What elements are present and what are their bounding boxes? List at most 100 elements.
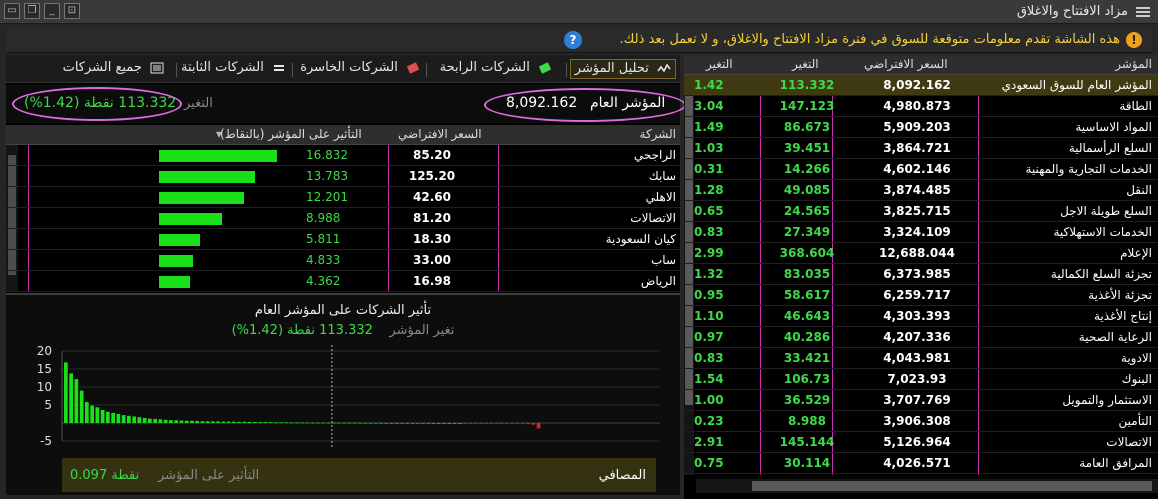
company-row[interactable]: الاتصالات 81.20 8.988 xyxy=(6,208,680,229)
impact-bar[interactable] xyxy=(211,421,215,423)
index-row[interactable]: المؤشر العام للسوق السعودي 8,092.162 113.3… xyxy=(684,75,1158,96)
col-index[interactable]: المؤشر xyxy=(1115,57,1152,71)
impact-bar[interactable] xyxy=(221,421,226,423)
company-row[interactable]: الراجحي 85.20 16.832 xyxy=(6,145,680,166)
col-index-pct[interactable]: التغير xyxy=(706,57,733,71)
tab-unchanged[interactable]: الشركات الثابتة xyxy=(177,59,290,79)
impact-bar[interactable] xyxy=(289,422,294,424)
impact-bar[interactable] xyxy=(232,421,236,423)
impact-bar[interactable] xyxy=(431,422,436,424)
impact-bar-chart[interactable]: 20 15 10 5 -5 xyxy=(6,345,680,455)
impact-bar[interactable] xyxy=(64,362,68,423)
col-index-price[interactable]: السعر الافتراضي xyxy=(864,57,948,71)
impact-bar[interactable] xyxy=(489,423,494,424)
index-row[interactable]: الاستثمار والتمويل 3,707.769 36.529 1.00 xyxy=(684,390,1158,411)
index-row[interactable]: المرافق العامة 4,026.571 30.114 0.75 xyxy=(684,453,1158,474)
close-icon[interactable]: ▭ xyxy=(4,3,20,19)
col-impact[interactable]: التأثير على المؤشر (بالنقاط) xyxy=(220,127,362,141)
impact-bar[interactable] xyxy=(331,422,336,424)
impact-bar[interactable] xyxy=(195,421,199,423)
index-row[interactable]: الادوية 4,043.981 33.421 0.83 xyxy=(684,348,1158,369)
impact-bar[interactable] xyxy=(400,422,404,424)
impact-bar[interactable] xyxy=(148,418,152,423)
impact-bar[interactable] xyxy=(316,422,320,424)
impact-bar[interactable] xyxy=(137,417,142,423)
impact-bar[interactable] xyxy=(74,379,79,423)
impact-bar[interactable] xyxy=(268,422,273,423)
impact-bar[interactable] xyxy=(253,422,257,423)
impact-bar[interactable] xyxy=(153,419,157,423)
impact-bar[interactable] xyxy=(415,422,420,424)
impact-bar[interactable] xyxy=(479,423,483,424)
impact-bar[interactable] xyxy=(85,402,89,423)
impact-bar[interactable] xyxy=(463,423,467,424)
index-row[interactable]: المواد الاساسية 5,909.203 86.673 1.49 xyxy=(684,117,1158,138)
impact-bar[interactable] xyxy=(279,422,284,424)
index-row[interactable]: السلع الرأسمالية 3,864.721 39.451 1.03 xyxy=(684,138,1158,159)
impact-bar[interactable] xyxy=(526,423,530,425)
impact-bar[interactable] xyxy=(121,415,126,423)
help-icon[interactable]: ? xyxy=(564,31,582,49)
pin-icon[interactable]: ⊡ xyxy=(64,3,80,19)
impact-bar[interactable] xyxy=(536,423,541,429)
impact-bar[interactable] xyxy=(473,423,478,424)
impact-bar[interactable] xyxy=(258,422,263,423)
impact-bar[interactable] xyxy=(358,422,362,424)
impact-bar[interactable] xyxy=(458,423,462,424)
impact-bar[interactable] xyxy=(69,373,73,423)
impact-bar[interactable] xyxy=(90,405,94,423)
impact-bar[interactable] xyxy=(373,422,378,424)
impact-bar[interactable] xyxy=(337,422,341,424)
impact-bar[interactable] xyxy=(106,411,110,423)
impact-bar[interactable] xyxy=(394,422,399,424)
impact-bar[interactable] xyxy=(100,410,105,423)
index-row[interactable]: تجزئة السلع الكمالية 6,373.985 83.035 1.32 xyxy=(684,264,1158,285)
impact-bar[interactable] xyxy=(284,422,289,424)
index-row[interactable]: الاتصالات 5,126.964 145.144 2.91 xyxy=(684,432,1158,453)
company-row[interactable]: ساب 33.00 4.833 xyxy=(6,250,680,271)
impact-bar[interactable] xyxy=(226,421,231,423)
col-index-change[interactable]: التغير xyxy=(792,57,819,71)
impact-bar[interactable] xyxy=(405,422,410,424)
col-price[interactable]: السعر الافتراضي xyxy=(398,127,482,141)
index-row[interactable]: التأمين 3,906.308 8.988 0.23 xyxy=(684,411,1158,432)
impact-bar[interactable] xyxy=(421,422,425,424)
tab-all-companies[interactable]: جميع الشركات xyxy=(59,59,168,79)
impact-bar[interactable] xyxy=(442,423,446,424)
impact-bar[interactable] xyxy=(447,423,452,424)
impact-bar[interactable] xyxy=(484,423,488,424)
impact-bar[interactable] xyxy=(389,422,394,424)
impact-bar[interactable] xyxy=(158,419,163,423)
company-row[interactable]: سابك 125.20 13.783 xyxy=(6,166,680,187)
impact-bar[interactable] xyxy=(368,422,373,424)
impact-bar[interactable] xyxy=(531,423,536,425)
impact-bar[interactable] xyxy=(247,421,252,423)
impact-bar[interactable] xyxy=(321,422,326,424)
impact-bar[interactable] xyxy=(347,422,352,424)
impact-bar[interactable] xyxy=(237,421,241,423)
minimize-icon[interactable]: _ xyxy=(44,3,60,19)
company-row[interactable]: كيان السعودية 18.30 5.811 xyxy=(6,229,680,250)
index-row[interactable]: الإعلام 12,688.044 368.604 2.99 xyxy=(684,243,1158,264)
impact-bar[interactable] xyxy=(384,422,389,424)
index-row[interactable]: الخدمات الاستهلاكية 3,324.109 27.349 0.83 xyxy=(684,222,1158,243)
impact-bar[interactable] xyxy=(295,422,299,424)
col-company[interactable]: الشركة xyxy=(640,127,676,141)
tab-losers[interactable]: الشركات الخاسرة xyxy=(296,59,424,79)
index-row[interactable]: الطاقة 4,980.873 147.123 3.04 xyxy=(684,96,1158,117)
company-row[interactable]: الاهلي 42.60 12.201 xyxy=(6,187,680,208)
index-row[interactable]: الرعاية الصحية 4,207.336 40.286 0.97 xyxy=(684,327,1158,348)
impact-bar[interactable] xyxy=(200,421,205,423)
impact-bar[interactable] xyxy=(521,423,525,424)
impact-bar[interactable] xyxy=(379,422,383,424)
impact-bar[interactable] xyxy=(79,390,84,423)
tab-index-analysis[interactable]: تحليل المؤشر xyxy=(569,59,676,79)
index-row[interactable]: الخدمات التجارية والمهنية 4,602.146 14.266… xyxy=(684,159,1158,180)
impact-bar[interactable] xyxy=(510,423,515,424)
impact-bar[interactable] xyxy=(410,422,415,424)
impact-bar[interactable] xyxy=(310,422,315,424)
indices-hscrollbar[interactable] xyxy=(696,479,1158,493)
impact-bar[interactable] xyxy=(500,423,504,424)
index-row[interactable]: النقل 3,874.485 49.085 1.28 xyxy=(684,180,1158,201)
impact-bar[interactable] xyxy=(132,416,136,424)
